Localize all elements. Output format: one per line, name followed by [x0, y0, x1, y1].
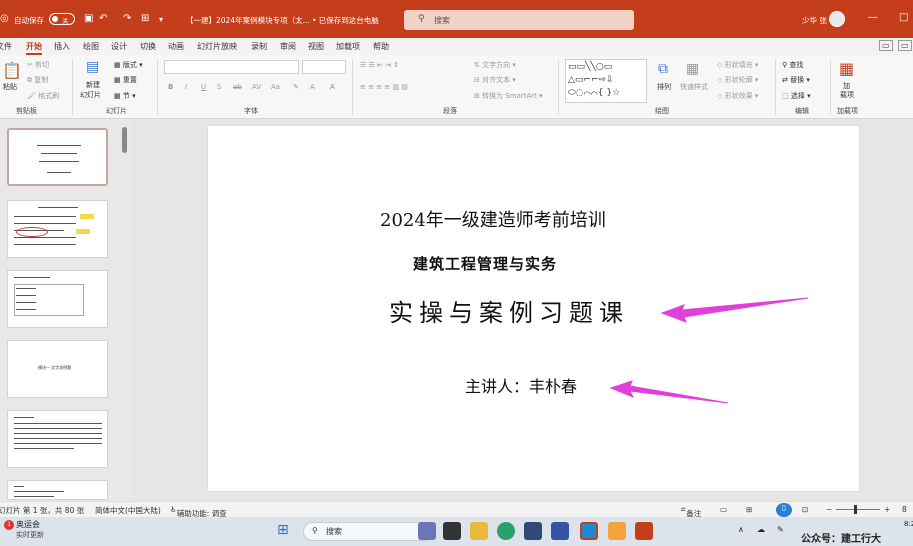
zoom-slider-thumb[interactable] — [854, 505, 857, 514]
notification-badge: 1 — [4, 520, 14, 530]
widget-app-icon[interactable] — [418, 522, 436, 540]
windows-start-icon[interactable]: ⊞ — [277, 522, 289, 538]
watermark: 公众号：建工行大 — [801, 534, 881, 545]
file-explorer-icon[interactable] — [470, 522, 488, 540]
powerpoint-taskbar-icon[interactable] — [635, 522, 653, 540]
slide-count: 幻灯片 第 1 张，共 80 张 — [0, 506, 85, 515]
task-view-icon[interactable] — [443, 522, 461, 540]
normal-view-icon[interactable]: ▭ — [720, 505, 727, 514]
taskbar-search-label: 搜索 — [326, 527, 342, 536]
notification-title[interactable]: 奥运会 — [16, 519, 40, 530]
store-icon[interactable] — [524, 522, 542, 540]
annotation-arrow-2 — [609, 380, 729, 404]
annotation-arrows — [609, 297, 809, 404]
notification-subtitle[interactable]: 实时更新 — [16, 530, 44, 540]
reading-view-icon[interactable]: ▯ — [776, 503, 792, 517]
notes-button[interactable]: ≐ 备注 — [680, 505, 701, 518]
taskbar-search-icon: ⚲ — [312, 526, 318, 535]
tray-chevron-icon[interactable]: ∧ — [738, 525, 744, 534]
clock[interactable]: 8:2 — [904, 520, 913, 528]
status-bar: 幻灯片 第 1 张，共 80 张 简体中文(中国大陆) ♿ 辅助功能: 调查 ≐… — [0, 501, 913, 518]
app-icon-3[interactable] — [608, 522, 626, 540]
zoom-slider[interactable] — [836, 509, 880, 510]
edge-icon[interactable] — [497, 522, 515, 540]
taskbar: 奥运会 实时更新 ⊞ ⚲ 搜索 ∧ ☁ ✎ 8:2 — [0, 517, 913, 546]
accessibility-status[interactable]: ♿ 辅助功能: 调查 — [170, 505, 227, 518]
zoom-out-icon[interactable]: − — [826, 505, 832, 514]
app-icon-1[interactable] — [551, 522, 569, 540]
slide-sorter-icon[interactable]: ⊞ — [746, 505, 752, 514]
language[interactable]: 简体中文(中国大陆) — [95, 505, 161, 516]
pen-icon[interactable]: ✎ — [777, 525, 784, 534]
slideshow-icon[interactable]: ⊡ — [802, 505, 808, 514]
annotation-arrow-1 — [660, 297, 809, 323]
app-icon-2[interactable] — [580, 522, 598, 540]
fit-slide-icon[interactable]: 8 — [902, 505, 907, 514]
zoom-in-icon[interactable]: + — [884, 505, 890, 514]
cloud-icon[interactable]: ☁ — [757, 525, 765, 534]
taskbar-search[interactable]: ⚲ 搜索 — [303, 522, 433, 541]
